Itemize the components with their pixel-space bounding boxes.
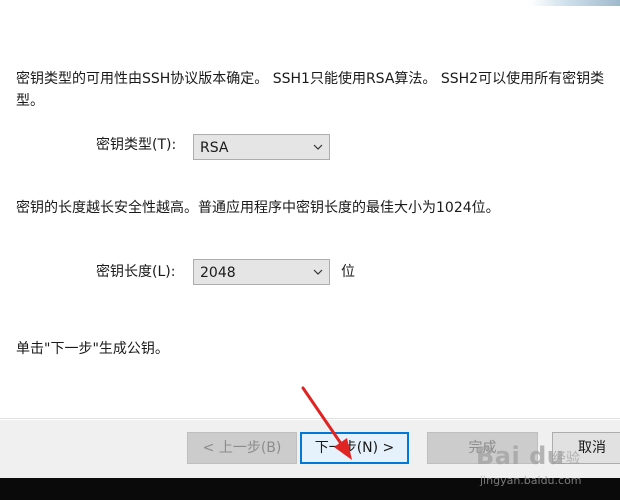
watermark: Bai du 经验 jingyan.baidu.com	[476, 436, 616, 492]
key-length-unit: 位	[341, 264, 355, 280]
key-type-description: 密钥类型的可用性由SSH协议版本确定。 SSH1只能使用RSA算法。 SSH2可…	[16, 71, 605, 109]
watermark-url: jingyan.baidu.com	[480, 474, 582, 487]
chevron-down-icon	[313, 144, 323, 150]
back-button[interactable]: < 上一步(B)	[187, 432, 297, 464]
key-length-value: 2048	[200, 265, 236, 281]
key-type-select[interactable]: RSA	[193, 134, 330, 160]
key-length-description: 密钥的长度越长安全性越高。普通应用程序中密钥长度的最佳大小为1024位。	[16, 200, 500, 216]
next-button[interactable]: 下一步(N) >	[300, 432, 409, 464]
chevron-down-icon	[313, 269, 323, 275]
titlebar-decoration	[530, 0, 620, 6]
titlebar-strip	[0, 0, 620, 6]
key-type-value: RSA	[200, 140, 229, 156]
watermark-text: 经验	[552, 451, 580, 467]
instruction-text: 单击"下一步"生成公钥。	[16, 341, 169, 357]
key-type-label: 密钥类型(T):	[96, 137, 177, 153]
key-length-select[interactable]: 2048	[193, 259, 330, 285]
key-length-label: 密钥长度(L):	[96, 264, 176, 280]
